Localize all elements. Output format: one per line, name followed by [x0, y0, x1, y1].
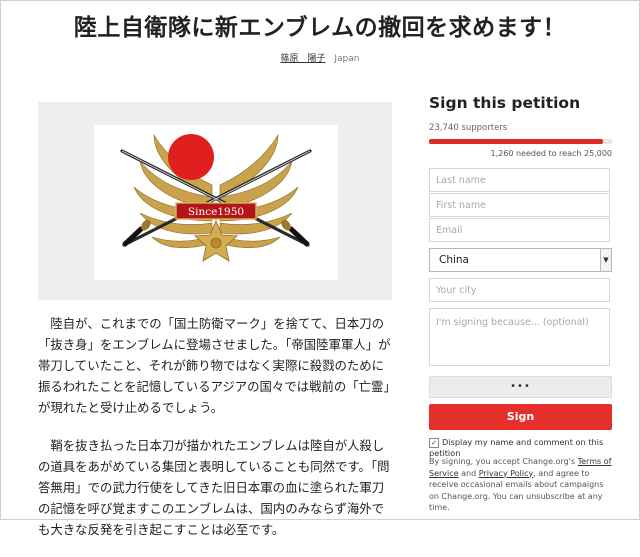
- author-line: 篠原 陽子 Japan: [0, 51, 640, 64]
- city-field[interactable]: Your city: [429, 278, 610, 302]
- terms-text: By signing, you accept Change.org's Term…: [429, 456, 612, 514]
- sign-button[interactable]: Sign: [429, 404, 612, 430]
- petition-title: 陸上自衛隊に新エンブレムの撤回を求めます！: [73, 15, 567, 41]
- petition-body: 陸自が、これまでの「国土防衛マーク」を捨てて、日本刀の「抜き身」をエンブレムに登…: [38, 313, 392, 557]
- banner-ribbon: Since1950: [175, 202, 257, 220]
- supporters-count: 23,740 supporters: [429, 123, 508, 133]
- emblem-image: Since1950: [94, 125, 338, 280]
- author-country: Japan: [334, 54, 360, 64]
- author-name[interactable]: 篠原 陽子: [281, 54, 326, 64]
- checkbox-checked-icon[interactable]: ✓: [429, 437, 439, 448]
- needed-text: 1,260 needed to reach 25,000: [490, 149, 613, 158]
- petition-image-area: Since1950: [38, 102, 392, 300]
- emblem-graphic: Since1950: [120, 133, 312, 262]
- first-name-field[interactable]: First name: [429, 193, 610, 217]
- body-paragraph: 鞘を抜き払った日本刀が描かれたエンブレムは陸自が人殺しの道具をあがめている集団と…: [38, 438, 390, 537]
- banner-text: Since1950: [188, 206, 244, 218]
- sign-panel: Sign this petition 23,740 supporters 1,2…: [429, 94, 612, 512]
- comment-field[interactable]: I'm signing because... (optional): [429, 308, 610, 366]
- sign-heading: Sign this petition: [429, 94, 581, 112]
- terms-and: and: [458, 468, 479, 478]
- rising-sun-icon: [168, 134, 214, 180]
- more-options-button[interactable]: •••: [429, 376, 612, 398]
- chevron-down-icon[interactable]: ▼: [600, 249, 611, 271]
- display-name-label: Display my name and comment on this peti…: [429, 437, 604, 458]
- email-field[interactable]: Email: [429, 218, 610, 242]
- body-paragraph: 陸自が、これまでの「国土防衛マーク」を捨てて、日本刀の「抜き身」をエンブレムに登…: [38, 316, 391, 415]
- progress-fill: [429, 139, 603, 144]
- progress-bar: [429, 139, 612, 144]
- country-select[interactable]: China ▼: [429, 248, 612, 272]
- country-value: China: [439, 254, 469, 266]
- display-name-row[interactable]: ✓ Display my name and comment on this pet…: [429, 437, 612, 458]
- privacy-policy-link[interactable]: Privacy Policy: [479, 469, 534, 478]
- last-name-field[interactable]: Last name: [429, 168, 610, 192]
- terms-prefix: By signing, you accept Change.org's: [429, 457, 578, 466]
